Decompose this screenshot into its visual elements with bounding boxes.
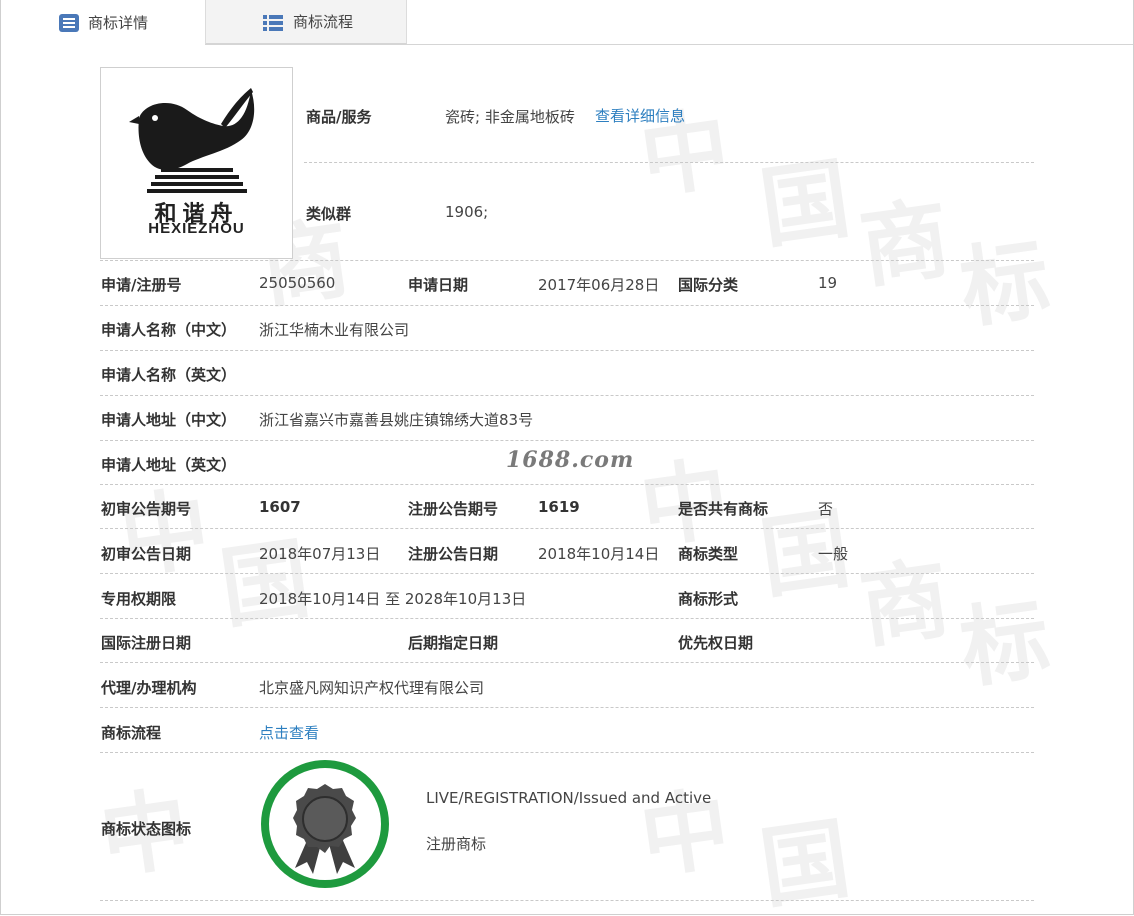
tm-form-label: 商标形式	[678, 590, 739, 608]
tab-label: 商标详情	[88, 13, 149, 32]
prelim-date-value: 2018年07月13日	[259, 545, 381, 563]
tab-trademark-flow[interactable]: 商标流程	[206, 0, 407, 44]
divider	[100, 440, 1034, 441]
reg-notice-no-value: 1619	[538, 498, 580, 516]
divider	[100, 618, 1034, 619]
divider	[304, 162, 1034, 163]
prelim-no-value: 1607	[259, 498, 301, 516]
intl-class-value: 19	[818, 274, 838, 292]
intl-class-label: 国际分类	[678, 276, 739, 294]
divider	[100, 900, 1034, 901]
intl-reg-date-label: 国际注册日期	[101, 634, 192, 652]
watermark-glyph: 商	[854, 546, 956, 661]
reg-no-value: 25050560	[259, 274, 336, 292]
later-designation-label: 后期指定日期	[408, 634, 499, 652]
similar-group-value: 1906;	[445, 203, 489, 221]
prelim-date-label: 初审公告日期	[101, 545, 192, 563]
agency-label: 代理/办理机构	[101, 679, 197, 697]
apply-date-value: 2017年06月28日	[538, 276, 660, 294]
watermark-glyph: 标	[954, 226, 1056, 341]
logo-english-text: HEXIEZHOU	[148, 220, 245, 237]
tab-trademark-detail[interactable]: 商标详情	[1, 0, 206, 45]
divider	[100, 573, 1034, 574]
trademark-logo-image: 和谐舟 HEXIEZHOU	[100, 67, 293, 259]
apply-date-label: 申请日期	[408, 276, 469, 294]
divider	[100, 350, 1034, 351]
shared-label: 是否共有商标	[678, 500, 769, 518]
registered-seal-icon	[261, 760, 389, 888]
divider	[100, 305, 1034, 306]
dove-logo-icon	[129, 88, 255, 193]
address-cn-label: 申请人地址（中文）	[101, 411, 237, 429]
tm-type-value: 一般	[818, 545, 849, 563]
tab-label: 商标流程	[293, 13, 354, 31]
list-document-icon	[59, 14, 79, 32]
prelim-no-label: 初审公告期号	[101, 500, 192, 518]
address-en-label: 申请人地址（英文）	[101, 456, 237, 474]
divider	[100, 707, 1034, 708]
watermark-glyph: 国	[754, 146, 856, 261]
brand-watermark-1688: 1688.com	[506, 447, 635, 473]
status-en-text: LIVE/REGISTRATION/Issued and Active	[426, 789, 712, 807]
status-icon-label: 商标状态图标	[101, 820, 192, 838]
trademark-detail-panel: 中 国 商 标 商 中 国 商 标 中 国 中 中 国 商标详情 商标流程 和谐…	[0, 0, 1134, 915]
view-details-link[interactable]: 查看详细信息	[595, 105, 685, 126]
reg-notice-date-label: 注册公告日期	[408, 545, 499, 563]
agency-value: 北京盛凡网知识产权代理有限公司	[259, 679, 485, 697]
tm-type-label: 商标类型	[678, 545, 739, 563]
priority-date-label: 优先权日期	[678, 634, 754, 652]
divider	[100, 752, 1034, 753]
goods-label: 商品/服务	[306, 108, 372, 126]
status-cn-text: 注册商标	[426, 835, 487, 853]
divider	[100, 395, 1034, 396]
divider	[100, 662, 1034, 663]
reg-no-label: 申请/注册号	[101, 276, 182, 294]
similar-group-label: 类似群	[306, 205, 352, 223]
view-flow-link[interactable]: 点击查看	[259, 722, 319, 743]
watermark-glyph: 国	[754, 806, 856, 915]
reg-notice-no-label: 注册公告期号	[408, 500, 499, 518]
address-cn-value: 浙江省嘉兴市嘉善县姚庄镇锦绣大道83号	[259, 411, 534, 429]
reg-notice-date-value: 2018年10月14日	[538, 545, 660, 563]
applicant-cn-value: 浙江华楠木业有限公司	[259, 321, 410, 339]
divider	[100, 260, 1034, 261]
goods-value: 瓷砖; 非金属地板砖	[445, 108, 575, 126]
flow-label: 商标流程	[101, 724, 162, 742]
applicant-en-label: 申请人名称（英文）	[101, 366, 237, 384]
shared-value: 否	[818, 500, 834, 518]
tab-bar: 商标详情 商标流程	[1, 0, 1133, 45]
exclusive-period-label: 专用权期限	[101, 590, 177, 608]
exclusive-period-value: 2018年10月14日 至 2028年10月13日	[259, 590, 527, 608]
list-icon	[263, 15, 283, 31]
divider	[100, 484, 1034, 485]
watermark-glyph: 标	[954, 586, 1056, 701]
applicant-cn-label: 申请人名称（中文）	[101, 321, 237, 339]
divider	[100, 528, 1034, 529]
watermark-glyph: 商	[854, 186, 956, 301]
